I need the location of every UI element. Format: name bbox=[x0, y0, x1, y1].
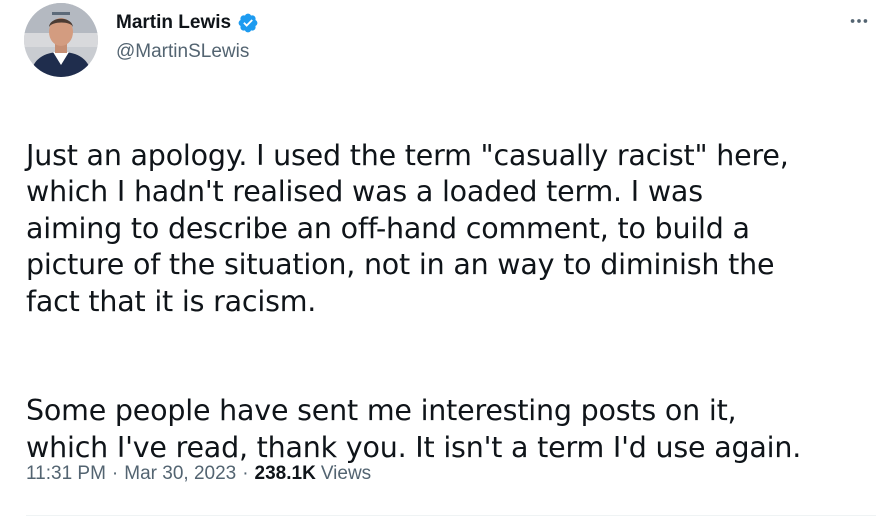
views-label: Views bbox=[320, 463, 372, 484]
author-block: Martin Lewis @MartinSLewis bbox=[116, 10, 259, 63]
tweet-paragraph: Just an apology. I used the term "casual… bbox=[26, 138, 789, 318]
tweet-time[interactable]: 11:31 PM bbox=[26, 463, 106, 485]
tweet-paragraph: Some people have sent me interesting pos… bbox=[26, 394, 802, 464]
name-row: Martin Lewis bbox=[116, 10, 259, 36]
tweet-date[interactable]: Mar 30, 2023 bbox=[124, 463, 236, 485]
author-name[interactable]: Martin Lewis bbox=[116, 12, 231, 34]
separator-dot: · bbox=[111, 463, 119, 484]
avatar-image bbox=[24, 3, 98, 77]
tweet-metadata: 11:31 PM · Mar 30, 2023 · 238.1K Views bbox=[26, 462, 371, 486]
views-count[interactable]: 238.1K bbox=[255, 463, 316, 485]
divider bbox=[26, 515, 876, 516]
separator-dot: · bbox=[242, 463, 249, 484]
tweet: Martin Lewis @MartinSLewis Just an apolo… bbox=[0, 0, 892, 520]
verified-badge-icon[interactable] bbox=[237, 12, 259, 34]
tweet-text: Just an apology. I used the term "casual… bbox=[26, 101, 876, 503]
more-options-button[interactable] bbox=[842, 6, 876, 36]
avatar[interactable] bbox=[24, 3, 98, 77]
author-handle[interactable]: @MartinSLewis bbox=[116, 41, 259, 63]
more-options-icon bbox=[850, 19, 868, 23]
